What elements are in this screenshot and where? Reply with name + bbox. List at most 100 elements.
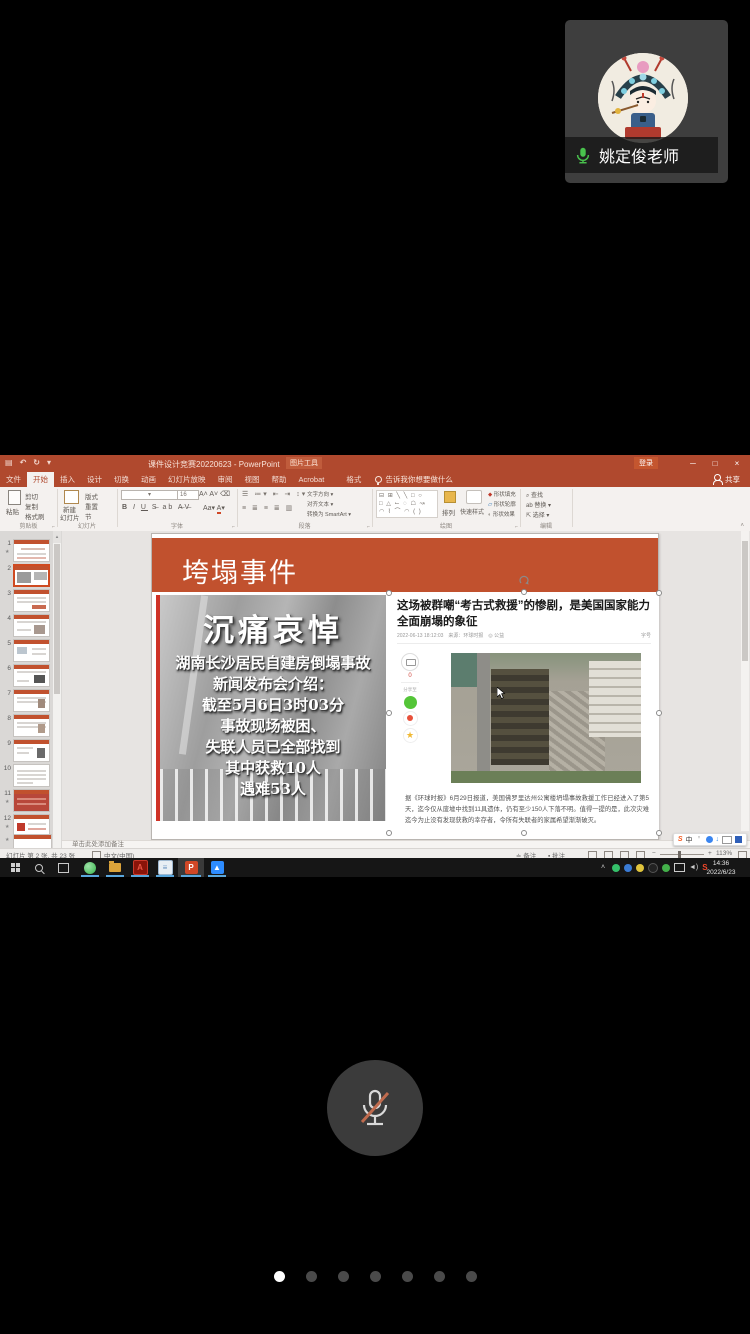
tab-acrobat[interactable]: Acrobat (293, 472, 331, 487)
page-dot[interactable] (370, 1271, 381, 1282)
find-button[interactable]: ⌕ 查找 (526, 490, 543, 500)
paste-icon[interactable] (8, 490, 21, 505)
tray-qq-icon[interactable] (648, 863, 658, 873)
font-style-buttons[interactable]: B I U S̶ ab A̶V̶ (122, 504, 191, 511)
align-text-button[interactable]: 对齐文本 ▾ (307, 500, 333, 508)
dialog-launcher-icon[interactable]: ⌐ (367, 524, 370, 530)
taskbar-clock[interactable]: 14:36 2022/6/23 (700, 858, 742, 879)
selection-handle[interactable] (521, 830, 527, 836)
microphone-mute-button[interactable] (327, 1060, 423, 1156)
alignment-icons[interactable]: ≡ ≣ ≡ ≣ ▥ (242, 504, 294, 512)
ime-skin-icon[interactable] (735, 836, 742, 843)
tab-help[interactable]: 帮助 (266, 472, 293, 487)
slide-thumbnail-selected[interactable] (13, 564, 50, 587)
display-tray-icon[interactable] (674, 863, 685, 872)
page-dot[interactable] (338, 1271, 349, 1282)
taskbar-notes-app-icon[interactable]: ≡ (153, 858, 177, 877)
arrange-button[interactable]: 排列 (442, 507, 455, 517)
font-size-select[interactable]: 16 (177, 490, 199, 500)
mourning-poster-image[interactable]: 沉痛哀悼 湖南长沙居民自建房倒塌事故 新闻发布会介绍： 截至5月6日3时03分 … (156, 595, 386, 821)
tray-icon[interactable] (612, 864, 620, 872)
tab-animations[interactable]: 动画 (135, 472, 162, 487)
page-dot[interactable] (466, 1271, 477, 1282)
layout-button[interactable]: 版式 (85, 491, 98, 501)
tab-insert[interactable]: 插入 (54, 472, 81, 487)
page-dot[interactable] (402, 1271, 413, 1282)
close-button[interactable]: × (726, 455, 748, 472)
zoom-in-icon[interactable]: + (708, 850, 712, 857)
slide-thumbnail[interactable] (13, 739, 50, 762)
slide-thumbnail[interactable] (13, 639, 50, 662)
tray-icon[interactable] (662, 864, 670, 872)
tell-me-search[interactable]: 告诉我你想要做什么 (375, 472, 453, 487)
dialog-launcher-icon[interactable]: ⌐ (515, 524, 518, 530)
ime-toolbox-icon[interactable] (722, 836, 732, 844)
tab-view[interactable]: 视图 (239, 472, 266, 487)
maximize-button[interactable]: □ (704, 455, 726, 472)
new-slide-icon[interactable] (64, 490, 79, 504)
minimize-button[interactable]: ─ (682, 455, 704, 472)
tab-format[interactable]: 格式 (340, 472, 367, 487)
ime-emoji-icon[interactable] (706, 836, 713, 843)
sign-in-button[interactable]: 登录 (634, 457, 658, 469)
shape-fill-button[interactable]: ◆ 形状填充 (488, 490, 516, 498)
ime-mode-chinese[interactable]: 中 (686, 835, 693, 845)
page-dot-active[interactable] (274, 1271, 285, 1282)
taskbar-search-icon[interactable] (28, 858, 50, 877)
replace-button[interactable]: ab 替换 ▾ (526, 500, 551, 509)
slide-thumbnail[interactable] (13, 789, 50, 812)
slide-thumbnail[interactable] (13, 714, 50, 737)
taskbar-acrobat-icon[interactable]: A (128, 858, 152, 877)
sogou-logo-icon[interactable]: S (678, 836, 683, 843)
undo-icon[interactable]: ↶ (20, 458, 27, 467)
selection-handle[interactable] (386, 710, 392, 716)
selection-handle[interactable] (656, 590, 662, 596)
taskbar-meeting-app-icon[interactable]: ▲ (205, 858, 229, 877)
share-button[interactable]: 共享 (714, 472, 740, 487)
task-view-icon[interactable] (52, 858, 74, 877)
list-indent-icons[interactable]: ☰ ≔▾ ⇤ ⇥ ↕▾ (242, 490, 307, 498)
tab-file[interactable]: 文件 (0, 472, 27, 487)
font-color-buttons[interactable]: Aa▾ A▾ (203, 504, 225, 512)
tray-icon[interactable] (624, 864, 632, 872)
selection-handle[interactable] (656, 710, 662, 716)
slide-thumbnail[interactable] (13, 764, 50, 787)
slide-title-band[interactable]: 垮塌事件 (152, 538, 658, 592)
taskbar-browser-icon[interactable] (78, 858, 102, 877)
selection-handle[interactable] (656, 830, 662, 836)
ime-toolbar[interactable]: S 中 ＇ ↓ (673, 833, 747, 846)
zoom-slider[interactable] (660, 854, 704, 855)
hidden-icons-chevron[interactable]: ˄ (596, 858, 610, 877)
tab-transitions[interactable]: 切换 (108, 472, 135, 487)
slide-thumbnail[interactable] (13, 664, 50, 687)
tab-design[interactable]: 设计 (81, 472, 108, 487)
selection-handle[interactable] (386, 830, 392, 836)
slide-thumbnail[interactable] (13, 589, 50, 612)
font-name-select[interactable]: ▾ (121, 490, 179, 500)
text-direction-button[interactable]: 文字方向 ▾ (307, 490, 333, 498)
selection-handle[interactable] (521, 589, 527, 595)
editor-scrollbar-thumb[interactable] (742, 541, 748, 661)
qat-customize-icon[interactable]: ▾ (47, 458, 51, 467)
collapse-ribbon-icon[interactable]: ˄ (740, 523, 744, 529)
rotate-handle-icon[interactable] (518, 575, 530, 587)
zoom-out-icon[interactable]: − (652, 850, 656, 857)
quick-styles-button[interactable]: 快速样式 (460, 507, 484, 516)
news-article-image[interactable]: 这场被群嘲“考古式救援”的惨剧，是美国国家能力全面崩塌的象征 2022-06-1… (389, 593, 659, 833)
save-icon[interactable]: ▤ (5, 458, 13, 467)
shape-effects-button[interactable]: ◐ 形状效果 (488, 510, 515, 518)
redo-icon[interactable]: ↻ (33, 458, 40, 467)
section-button[interactable]: 节 (85, 511, 92, 521)
slide-canvas[interactable]: 垮塌事件 沉痛哀悼 湖南长沙居民自建房倒塌事故 新闻发布会介绍： 截至5月6日3… (151, 533, 659, 840)
cut-button[interactable]: 剪切 (25, 491, 38, 501)
participant-video-tile[interactable]: 姚定俊老师 (565, 20, 728, 183)
tab-home[interactable]: 开始 (27, 472, 54, 487)
ime-punctuation-icon[interactable]: ＇ (696, 835, 703, 845)
smartart-button[interactable]: 转换为 SmartArt ▾ (307, 510, 351, 518)
slide-thumbnail[interactable] (13, 614, 50, 637)
scroll-up-icon[interactable]: ▴ (53, 531, 61, 543)
slide-thumbnail[interactable] (13, 539, 50, 562)
copy-button[interactable]: 复制 (25, 501, 38, 511)
page-dot[interactable] (306, 1271, 317, 1282)
taskbar-file-explorer-icon[interactable] (103, 858, 127, 877)
